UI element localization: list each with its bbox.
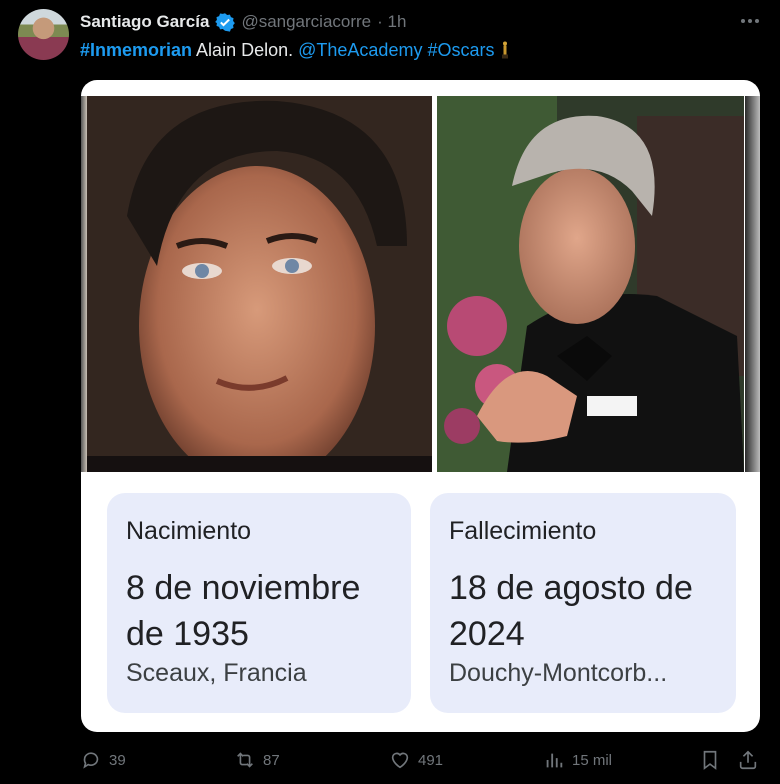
death-place: Douchy-Montcorb...: [449, 659, 668, 687]
birth-date: 8 de noviembre de 1935: [126, 569, 361, 653]
like-button[interactable]: 491: [389, 749, 443, 771]
views-count: 15 mil: [572, 751, 613, 769]
repost-icon: [237, 752, 253, 768]
photo-strip-edge-right: [745, 96, 760, 472]
tweet-text-plain: Alain Delon.: [192, 40, 299, 60]
photo-young-alain-delon[interactable]: [87, 96, 432, 472]
share-icon: [739, 750, 757, 770]
birth-info-box: Nacimiento 8 de noviembre de 1935 Sceaux…: [107, 493, 411, 713]
author-avatar[interactable]: [18, 9, 69, 60]
reply-icon: [83, 752, 99, 769]
hashtag-oscars[interactable]: #Oscars: [427, 40, 494, 60]
more-options-icon[interactable]: [738, 11, 762, 31]
views-chart-icon: [546, 753, 563, 768]
bookmark-icon: [703, 750, 717, 770]
tweet-text: #Inmemorian Alain Delon. @TheAcademy #Os…: [80, 38, 509, 62]
reply-button[interactable]: 39: [80, 749, 126, 771]
photo-older-alain-delon[interactable]: [437, 96, 744, 472]
oscar-statuette-icon: [501, 41, 508, 59]
repost-count: 87: [263, 751, 280, 769]
birth-place: Sceaux, Francia: [126, 659, 307, 687]
hashtag-inmemorian[interactable]: #Inmemorian: [80, 40, 192, 60]
tweet-header: Santiago García @sangarciacorre · 1h: [80, 10, 406, 34]
share-button[interactable]: [737, 749, 759, 771]
verified-badge-icon: [215, 13, 236, 32]
author-handle[interactable]: @sangarciacorre: [241, 12, 371, 32]
like-count: 491: [418, 751, 444, 769]
tweet-actions-bar: 39 87 491 15 mil: [0, 745, 780, 779]
death-info-box: Fallecimiento 18 de agosto de 2024 Douch…: [430, 493, 736, 713]
death-date: 18 de agosto de 2024: [449, 569, 693, 653]
birth-label: Nacimiento: [126, 517, 252, 545]
heart-icon: [391, 752, 409, 769]
bookmark-button[interactable]: [699, 749, 721, 771]
tweet-time[interactable]: · 1h: [377, 12, 406, 32]
author-name[interactable]: Santiago García: [80, 12, 209, 32]
reply-count: 39: [109, 751, 126, 769]
mention-theacademy[interactable]: @TheAcademy: [298, 40, 422, 60]
death-label: Fallecimiento: [449, 517, 597, 545]
views-button[interactable]: 15 mil: [543, 749, 612, 771]
media-card[interactable]: Nacimiento 8 de noviembre de 1935 Sceaux…: [81, 80, 760, 732]
repost-button[interactable]: 87: [234, 749, 280, 771]
